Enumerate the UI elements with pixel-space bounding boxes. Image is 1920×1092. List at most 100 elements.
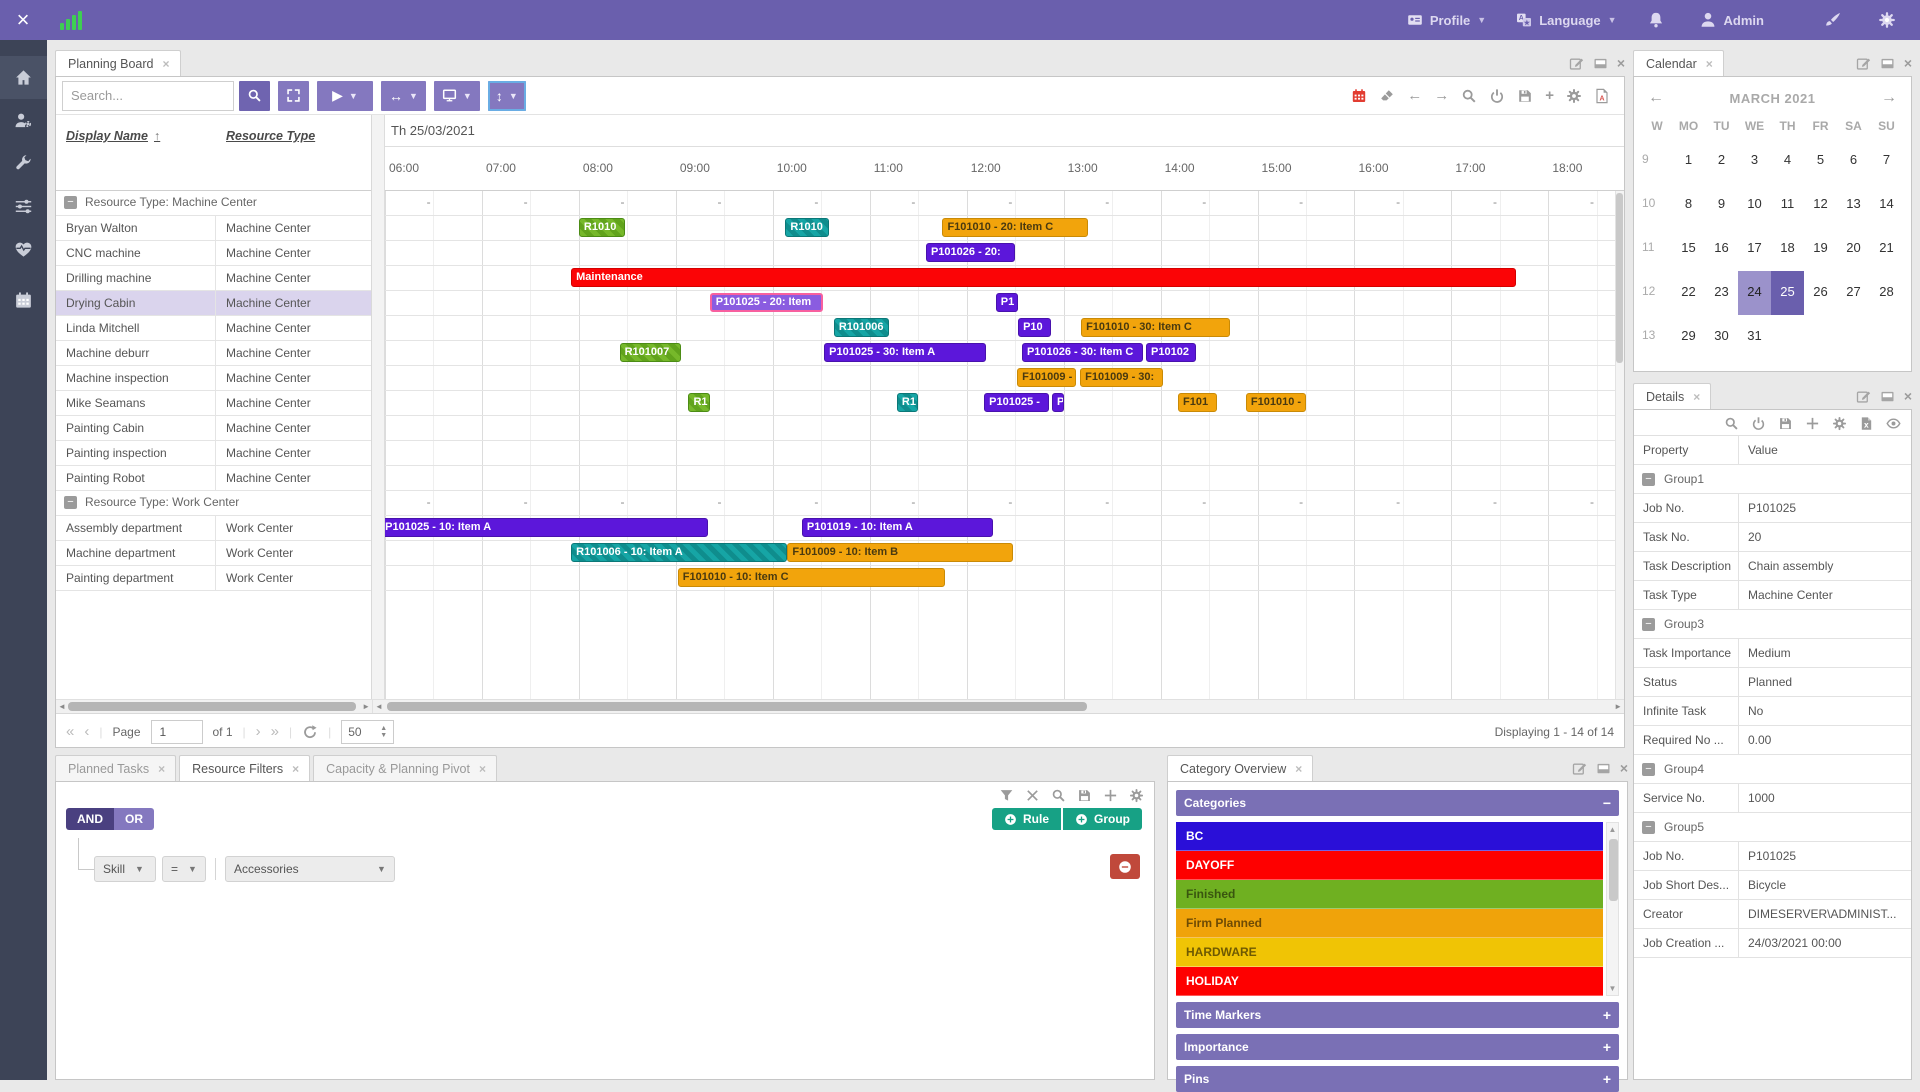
task-bar[interactable]: R101006 - 10: Item A	[571, 543, 787, 562]
collapse-icon[interactable]: −	[64, 496, 77, 509]
resource-row[interactable]: Machine deburrMachine Center	[56, 341, 371, 366]
task-bar[interactable]: R1	[688, 393, 709, 412]
settings-icon[interactable]	[1566, 88, 1582, 104]
calendar-day[interactable]: 15	[1672, 227, 1705, 271]
category-item[interactable]: BC	[1176, 822, 1603, 851]
search-button[interactable]	[239, 81, 270, 111]
tab-capacity-planning-pivot[interactable]: Capacity & Planning Pivot×	[313, 755, 497, 781]
task-bar[interactable]: R101007	[620, 343, 681, 362]
arrow-right-icon[interactable]: →	[1434, 87, 1449, 104]
power-icon[interactable]	[1489, 88, 1505, 104]
step-up-icon[interactable]: ▲	[380, 725, 387, 732]
resource-row[interactable]: Painting departmentWork Center	[56, 566, 371, 591]
close-icon[interactable]: ×	[158, 762, 165, 776]
field-select[interactable]: Skill▼	[94, 856, 156, 882]
accordion-pins[interactable]: Pins+	[1176, 1066, 1619, 1092]
magnifier-icon[interactable]	[1051, 788, 1066, 803]
play-button[interactable]: ▶▼	[317, 81, 373, 111]
resource-row[interactable]: Bryan WaltonMachine Center	[56, 216, 371, 241]
task-bar[interactable]: P101025 - 30: Item A	[824, 343, 986, 362]
task-bar[interactable]: F101009 - 10: Item B	[787, 543, 1013, 562]
accordion-importance[interactable]: Importance+	[1176, 1034, 1619, 1060]
task-bar[interactable]: F101009 -	[1017, 368, 1076, 387]
collapse-icon[interactable]: −	[1642, 821, 1655, 834]
step-down-icon[interactable]: ▼	[380, 732, 387, 739]
horizontal-zoom-button[interactable]: ↔▼	[381, 81, 426, 111]
eye-icon[interactable]	[1886, 416, 1901, 431]
calendar-day[interactable]: 17	[1738, 227, 1771, 271]
calendar-day[interactable]: 21	[1870, 227, 1903, 271]
tab-calendar[interactable]: Calendar ×	[1633, 50, 1724, 76]
add-group-button[interactable]: Group	[1063, 808, 1142, 830]
tab-category-overview[interactable]: Category Overview ×	[1167, 755, 1313, 781]
add-icon[interactable]: +	[1545, 87, 1554, 104]
edit-panel-icon[interactable]	[1856, 389, 1871, 404]
funnel-icon[interactable]	[999, 788, 1014, 803]
tab-planned-tasks[interactable]: Planned Tasks×	[55, 755, 176, 781]
add-rule-button[interactable]: Rule	[992, 808, 1061, 830]
calendar-day[interactable]: 20	[1837, 227, 1870, 271]
task-bar[interactable]: R101006	[834, 318, 889, 337]
fit-view-button[interactable]	[278, 81, 309, 111]
calendar-day[interactable]: 27	[1837, 271, 1870, 315]
calendar-day[interactable]: 2	[1705, 139, 1738, 183]
prev-month-icon[interactable]: ←	[1642, 89, 1670, 107]
resource-row[interactable]: CNC machineMachine Center	[56, 241, 371, 266]
export-pdf-icon[interactable]: A	[1594, 88, 1610, 104]
resource-row[interactable]: Painting RobotMachine Center	[56, 466, 371, 491]
power-icon[interactable]	[1751, 416, 1766, 431]
task-bar[interactable]: P101026 - 20:	[926, 243, 1015, 262]
group-row[interactable]: −Resource Type: Machine Center	[56, 191, 371, 216]
calendar-day[interactable]: 8	[1672, 183, 1705, 227]
floppy-icon[interactable]	[1778, 416, 1793, 431]
task-bar[interactable]: P	[1052, 393, 1064, 412]
page-size-stepper[interactable]: 50 ▲▼	[341, 720, 394, 744]
first-page-icon[interactable]: «	[66, 723, 74, 740]
operator-select[interactable]: =▼	[162, 856, 206, 882]
calendar-day[interactable]: 26	[1804, 271, 1837, 315]
calendar-day[interactable]: 10	[1738, 183, 1771, 227]
plus-icon[interactable]	[1805, 416, 1820, 431]
calendar-day[interactable]: 24	[1738, 271, 1771, 315]
notifications-button[interactable]	[1647, 11, 1665, 29]
calendar-day[interactable]: 3	[1738, 139, 1771, 183]
collapse-icon[interactable]: −	[1603, 795, 1611, 811]
details-group-row[interactable]: −Group3	[1634, 610, 1911, 639]
close-panel-icon[interactable]: ×	[1620, 760, 1628, 776]
task-bar[interactable]: P101025 - 20: Item	[710, 293, 823, 312]
task-bar[interactable]: P10102	[1146, 343, 1196, 362]
calendar-day[interactable]: 23	[1705, 271, 1738, 315]
last-page-icon[interactable]: »	[271, 723, 279, 740]
splitter[interactable]	[372, 115, 385, 699]
maximize-panel-icon[interactable]	[1880, 56, 1895, 71]
task-bar[interactable]: F101	[1178, 393, 1217, 412]
calendar-day[interactable]: 12	[1804, 183, 1837, 227]
calendar-day[interactable]: 11	[1771, 183, 1804, 227]
next-page-icon[interactable]: ›	[256, 723, 261, 740]
calendar-day[interactable]: 5	[1804, 139, 1837, 183]
resource-row[interactable]: Machine departmentWork Center	[56, 541, 371, 566]
app-close-icon[interactable]: ×	[0, 7, 46, 33]
category-item[interactable]: DAYOFF	[1176, 851, 1603, 880]
and-or-toggle[interactable]: AND OR	[66, 808, 154, 830]
details-group-row[interactable]: −Group1	[1634, 465, 1911, 494]
gantt-vertical-scrollbar[interactable]	[1615, 191, 1624, 699]
collapse-icon[interactable]: −	[1642, 618, 1655, 631]
task-bar[interactable]: P101019 - 10: Item A	[802, 518, 993, 537]
calendar-day[interactable]: 16	[1705, 227, 1738, 271]
prev-page-icon[interactable]: ‹	[84, 723, 89, 740]
and-option[interactable]: AND	[66, 808, 114, 830]
expand-icon[interactable]: +	[1603, 1071, 1611, 1087]
property-column-header[interactable]: Property	[1634, 436, 1739, 464]
task-bar[interactable]: F101010 -	[1246, 393, 1306, 412]
save-icon[interactable]	[1517, 88, 1533, 104]
accordion-categories[interactable]: Categories−	[1176, 790, 1619, 816]
zoom-icon[interactable]	[1461, 88, 1477, 104]
expand-icon[interactable]: +	[1603, 1039, 1611, 1055]
tab-resource-filters[interactable]: Resource Filters×	[179, 755, 310, 781]
floppy-icon[interactable]	[1077, 788, 1092, 803]
language-menu[interactable]: A★ Language ▼	[1516, 12, 1616, 28]
collapse-icon[interactable]: −	[1642, 763, 1655, 776]
column-header-display-name[interactable]: Display Name↑	[56, 115, 216, 190]
task-bar[interactable]: P1	[996, 293, 1018, 312]
